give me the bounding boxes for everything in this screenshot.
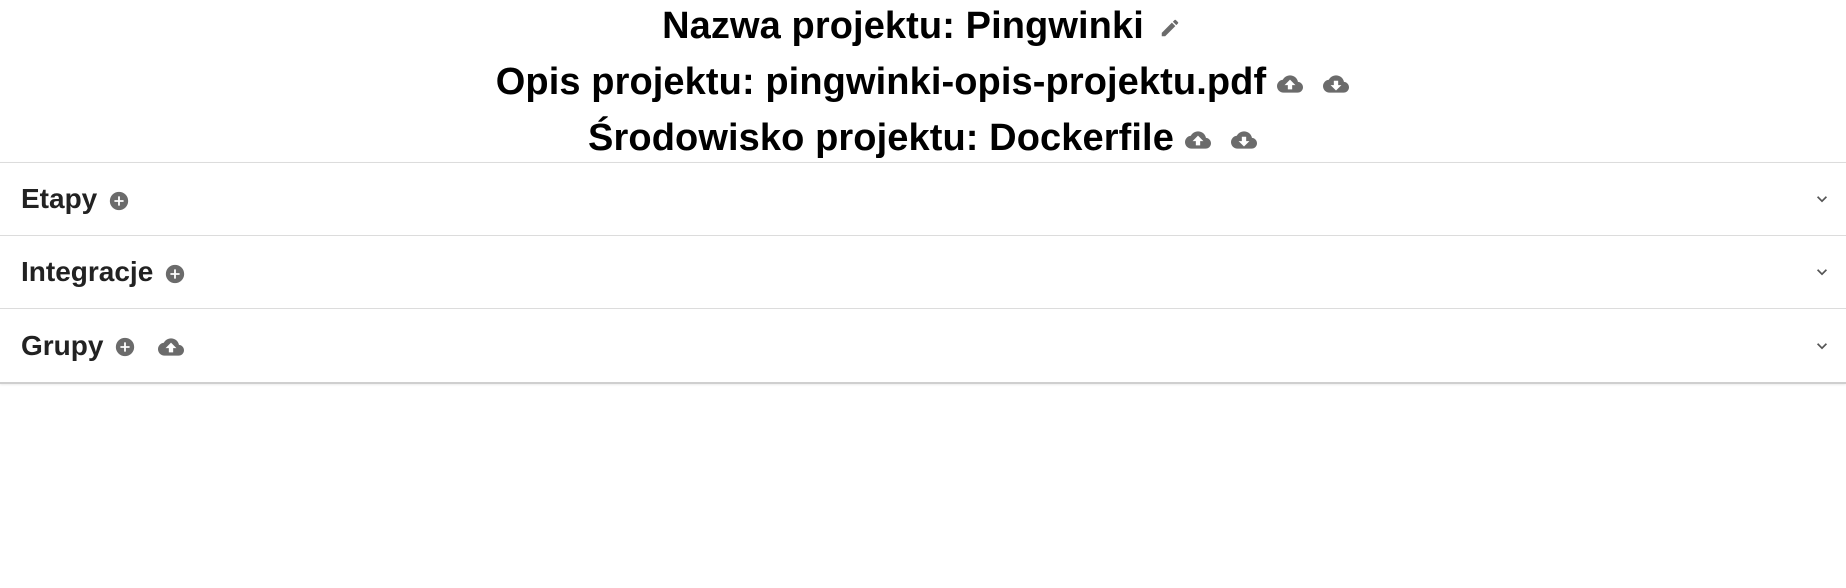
integrations-chevron-down-icon[interactable] — [1810, 260, 1834, 284]
environment-cloud-download-icon[interactable] — [1230, 126, 1258, 154]
edit-name-pencil-icon[interactable] — [1156, 14, 1184, 42]
accordion-section-stages[interactable]: Etapy — [0, 163, 1846, 236]
project-environment-line: Środowisko projektu: Dockerfile — [0, 112, 1846, 164]
description-cloud-download-icon[interactable] — [1322, 70, 1350, 98]
project-name-line: Nazwa projektu: Pingwinki — [0, 0, 1846, 52]
project-environment-text: Środowisko projektu: Dockerfile — [588, 116, 1174, 159]
integrations-section-title: Integracje — [21, 256, 154, 287]
description-cloud-upload-icon[interactable] — [1276, 70, 1304, 98]
sections-accordion: Etapy Integracje Grupy — [0, 162, 1846, 384]
groups-section-title: Grupy — [21, 329, 104, 361]
stages-section-title: Etapy — [21, 183, 98, 214]
add-integration-icon[interactable] — [163, 262, 187, 286]
project-header: Nazwa projektu: Pingwinki Opis projektu:… — [0, 0, 1846, 162]
environment-cloud-upload-icon[interactable] — [1184, 126, 1212, 154]
project-name-text: Nazwa projektu: Pingwinki — [662, 4, 1144, 47]
add-group-icon[interactable] — [113, 335, 137, 359]
groups-chevron-down-icon[interactable] — [1810, 334, 1834, 358]
groups-cloud-upload-icon[interactable] — [157, 333, 185, 361]
stages-chevron-down-icon[interactable] — [1810, 187, 1834, 211]
project-description-line: Opis projektu: pingwinki-opis-projektu.p… — [0, 56, 1846, 108]
accordion-section-integrations[interactable]: Integracje — [0, 236, 1846, 309]
project-description-text: Opis projektu: pingwinki-opis-projektu.p… — [495, 60, 1267, 103]
add-stage-icon[interactable] — [107, 189, 131, 213]
accordion-section-groups[interactable]: Grupy — [0, 309, 1846, 382]
